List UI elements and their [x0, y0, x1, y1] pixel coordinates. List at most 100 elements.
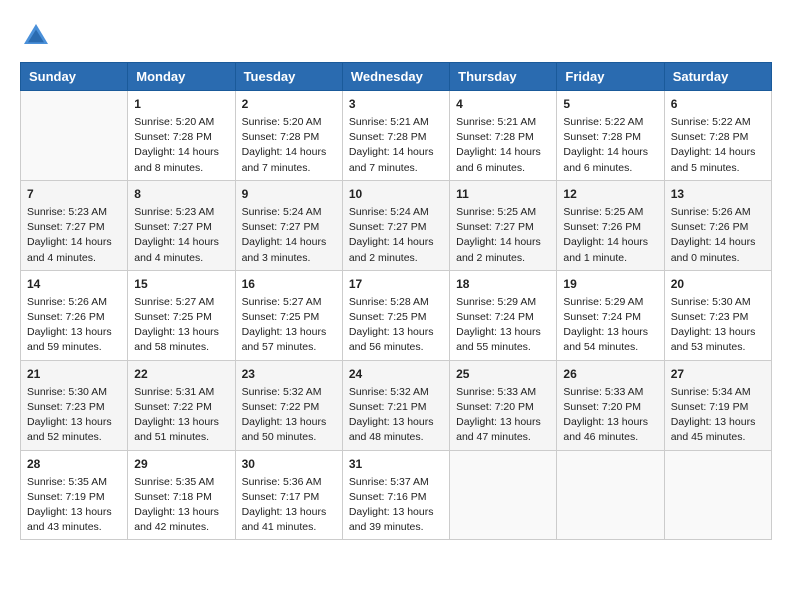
calendar-cell: 12Sunrise: 5:25 AMSunset: 7:26 PMDayligh… [557, 180, 664, 270]
calendar-cell: 21 Sunrise: 5:30 AMSunset: 7:23 PMDayligh… [21, 360, 128, 450]
calendar-cell: 29Sunrise: 5:35 AMSunset: 7:18 PMDayligh… [128, 450, 235, 540]
day-number: 8 [134, 185, 228, 203]
calendar-cell: 6 Sunrise: 5:22 AMSunset: 7:28 PMDaylight… [664, 91, 771, 181]
cell-content: Sunrise: 5:24 AMSunset: 7:27 PMDaylight:… [242, 205, 336, 266]
day-number: 18 [456, 275, 550, 293]
logo-icon [20, 20, 52, 52]
calendar-cell: 22Sunrise: 5:31 AMSunset: 7:22 PMDayligh… [128, 360, 235, 450]
cell-content: Sunrise: 5:35 AMSunset: 7:19 PMDaylight:… [27, 475, 121, 536]
day-number: 5 [563, 95, 657, 113]
day-number: 10 [349, 185, 443, 203]
cell-content: Sunrise: 5:32 AMSunset: 7:22 PMDaylight:… [242, 385, 336, 446]
week-row-3: 14 Sunrise: 5:26 AMSunset: 7:26 PMDayligh… [21, 270, 772, 360]
column-header-wednesday: Wednesday [342, 63, 449, 91]
calendar-header-row: SundayMondayTuesdayWednesdayThursdayFrid… [21, 63, 772, 91]
cell-content: Sunrise: 5:37 AMSunset: 7:16 PMDaylight:… [349, 475, 443, 536]
header [20, 20, 772, 52]
calendar-cell: 23Sunrise: 5:32 AMSunset: 7:22 PMDayligh… [235, 360, 342, 450]
day-number: 2 [242, 95, 336, 113]
cell-content: Sunrise: 5:30 AMSunset: 7:23 PMDaylight:… [27, 385, 121, 446]
calendar-cell [21, 91, 128, 181]
calendar-cell: 25 Sunrise: 5:33 AMSunset: 7:20 PMDayligh… [450, 360, 557, 450]
calendar-cell: 2Sunrise: 5:20 AMSunset: 7:28 PMDaylight… [235, 91, 342, 181]
calendar-cell: 11Sunrise: 5:25 AMSunset: 7:27 PMDayligh… [450, 180, 557, 270]
logo [20, 20, 56, 52]
cell-content: Sunrise: 5:28 AMSunset: 7:25 PMDaylight:… [349, 295, 443, 356]
calendar-cell: 3Sunrise: 5:21 AMSunset: 7:28 PMDaylight… [342, 91, 449, 181]
day-number: 6 [671, 95, 765, 113]
calendar-cell: 9 Sunrise: 5:24 AMSunset: 7:27 PMDaylight… [235, 180, 342, 270]
cell-content: Sunrise: 5:36 AMSunset: 7:17 PMDaylight:… [242, 475, 336, 536]
calendar-cell: 1 Sunrise: 5:20 AMSunset: 7:28 PMDaylight… [128, 91, 235, 181]
day-number: 31 [349, 455, 443, 473]
day-number: 21 [27, 365, 121, 383]
calendar-cell: 13 Sunrise: 5:26 AMSunset: 7:26 PMDayligh… [664, 180, 771, 270]
calendar-cell [664, 450, 771, 540]
day-number: 19 [563, 275, 657, 293]
day-number: 14 [27, 275, 121, 293]
calendar-table: SundayMondayTuesdayWednesdayThursdayFrid… [20, 62, 772, 540]
calendar-cell: 26 Sunrise: 5:33 AMSunset: 7:20 PMDayligh… [557, 360, 664, 450]
week-row-5: 28 Sunrise: 5:35 AMSunset: 7:19 PMDayligh… [21, 450, 772, 540]
day-number: 24 [349, 365, 443, 383]
cell-content: Sunrise: 5:32 AMSunset: 7:21 PMDaylight:… [349, 385, 443, 446]
day-number: 30 [242, 455, 336, 473]
cell-content: Sunrise: 5:26 AMSunset: 7:26 PMDaylight:… [27, 295, 121, 356]
calendar-cell: 24 Sunrise: 5:32 AMSunset: 7:21 PMDayligh… [342, 360, 449, 450]
cell-content: Sunrise: 5:33 AMSunset: 7:20 PMDaylight:… [456, 385, 550, 446]
calendar-cell: 5 Sunrise: 5:22 AMSunset: 7:28 PMDaylight… [557, 91, 664, 181]
calendar-cell: 8 Sunrise: 5:23 AMSunset: 7:27 PMDaylight… [128, 180, 235, 270]
calendar-cell: 19 Sunrise: 5:29 AMSunset: 7:24 PMDayligh… [557, 270, 664, 360]
calendar-cell: 27 Sunrise: 5:34 AMSunset: 7:19 PMDayligh… [664, 360, 771, 450]
day-number: 25 [456, 365, 550, 383]
cell-content: Sunrise: 5:24 AMSunset: 7:27 PMDaylight:… [349, 205, 443, 266]
day-number: 13 [671, 185, 765, 203]
column-header-thursday: Thursday [450, 63, 557, 91]
calendar-cell [450, 450, 557, 540]
cell-content: Sunrise: 5:30 AMSunset: 7:23 PMDaylight:… [671, 295, 765, 356]
cell-content: Sunrise: 5:26 AMSunset: 7:26 PMDaylight:… [671, 205, 765, 266]
calendar-cell [557, 450, 664, 540]
day-number: 20 [671, 275, 765, 293]
calendar-cell: 31 Sunrise: 5:37 AMSunset: 7:16 PMDayligh… [342, 450, 449, 540]
day-number: 27 [671, 365, 765, 383]
cell-content: Sunrise: 5:27 AMSunset: 7:25 PMDaylight:… [134, 295, 228, 356]
cell-content: Sunrise: 5:21 AMSunset: 7:28 PMDaylight:… [456, 115, 550, 176]
day-number: 26 [563, 365, 657, 383]
cell-content: Sunrise: 5:23 AMSunset: 7:27 PMDaylight:… [134, 205, 228, 266]
calendar-cell: 17Sunrise: 5:28 AMSunset: 7:25 PMDayligh… [342, 270, 449, 360]
calendar-cell: 15 Sunrise: 5:27 AMSunset: 7:25 PMDayligh… [128, 270, 235, 360]
cell-content: Sunrise: 5:25 AMSunset: 7:26 PMDaylight:… [563, 205, 657, 266]
cell-content: Sunrise: 5:23 AMSunset: 7:27 PMDaylight:… [27, 205, 121, 266]
calendar-cell: 7 Sunrise: 5:23 AMSunset: 7:27 PMDaylight… [21, 180, 128, 270]
cell-content: Sunrise: 5:33 AMSunset: 7:20 PMDaylight:… [563, 385, 657, 446]
calendar-cell: 18 Sunrise: 5:29 AMSunset: 7:24 PMDayligh… [450, 270, 557, 360]
column-header-saturday: Saturday [664, 63, 771, 91]
column-header-monday: Monday [128, 63, 235, 91]
day-number: 15 [134, 275, 228, 293]
column-header-tuesday: Tuesday [235, 63, 342, 91]
calendar-cell: 30 Sunrise: 5:36 AMSunset: 7:17 PMDayligh… [235, 450, 342, 540]
cell-content: Sunrise: 5:29 AMSunset: 7:24 PMDaylight:… [563, 295, 657, 356]
cell-content: Sunrise: 5:31 AMSunset: 7:22 PMDaylight:… [134, 385, 228, 446]
cell-content: Sunrise: 5:25 AMSunset: 7:27 PMDaylight:… [456, 205, 550, 266]
cell-content: Sunrise: 5:20 AMSunset: 7:28 PMDaylight:… [134, 115, 228, 176]
column-header-friday: Friday [557, 63, 664, 91]
column-header-sunday: Sunday [21, 63, 128, 91]
cell-content: Sunrise: 5:21 AMSunset: 7:28 PMDaylight:… [349, 115, 443, 176]
cell-content: Sunrise: 5:22 AMSunset: 7:28 PMDaylight:… [563, 115, 657, 176]
cell-content: Sunrise: 5:22 AMSunset: 7:28 PMDaylight:… [671, 115, 765, 176]
day-number: 16 [242, 275, 336, 293]
day-number: 1 [134, 95, 228, 113]
calendar-cell: 16Sunrise: 5:27 AMSunset: 7:25 PMDayligh… [235, 270, 342, 360]
calendar-cell: 10 Sunrise: 5:24 AMSunset: 7:27 PMDayligh… [342, 180, 449, 270]
day-number: 7 [27, 185, 121, 203]
calendar-cell: 28 Sunrise: 5:35 AMSunset: 7:19 PMDayligh… [21, 450, 128, 540]
day-number: 9 [242, 185, 336, 203]
day-number: 28 [27, 455, 121, 473]
cell-content: Sunrise: 5:34 AMSunset: 7:19 PMDaylight:… [671, 385, 765, 446]
cell-content: Sunrise: 5:29 AMSunset: 7:24 PMDaylight:… [456, 295, 550, 356]
week-row-1: 1 Sunrise: 5:20 AMSunset: 7:28 PMDaylight… [21, 91, 772, 181]
day-number: 29 [134, 455, 228, 473]
week-row-4: 21 Sunrise: 5:30 AMSunset: 7:23 PMDayligh… [21, 360, 772, 450]
